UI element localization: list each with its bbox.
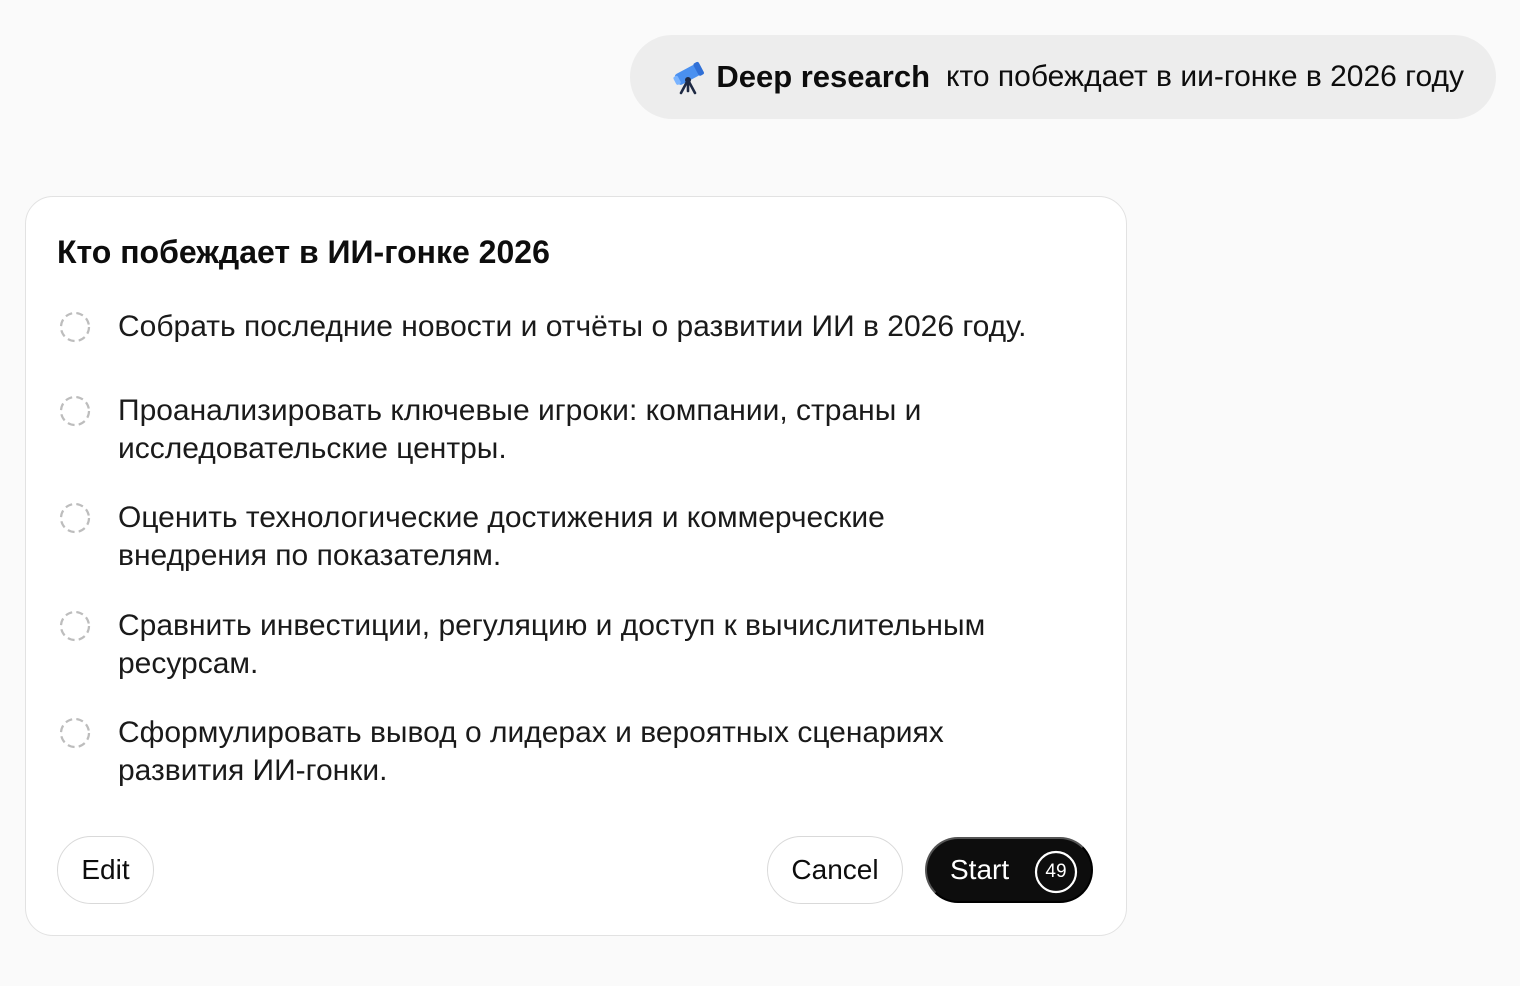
plan-step-text: Собрать последние новости и отчёты о раз… bbox=[118, 310, 1027, 343]
countdown-timer: 49 bbox=[1033, 849, 1079, 895]
dashed-circle-pending-icon bbox=[59, 717, 91, 749]
plan-step-1: Собрать последние новости и отчёты о раз… bbox=[57, 308, 1097, 346]
user-query-text: кто побеждает в ии-гонке в 2026 году bbox=[946, 60, 1464, 93]
start-button[interactable]: Start 49 bbox=[925, 837, 1093, 903]
plan-step-text: Проанализировать ключевые игроки: компан… bbox=[118, 394, 922, 465]
edit-button[interactable]: Edit bbox=[57, 836, 154, 904]
plan-title: Кто побеждает в ИИ-гонке 2026 bbox=[57, 234, 550, 270]
start-button-label: Start bbox=[950, 854, 1010, 885]
deep-research-mode-label: Deep research bbox=[716, 59, 931, 94]
plan-step-5: Сформулировать вывод о лидерах и вероятн… bbox=[57, 714, 1097, 790]
dashed-circle-pending-icon bbox=[59, 610, 91, 642]
telescope-icon bbox=[670, 58, 708, 96]
plan-step-text: Оценить технологические достижения и ком… bbox=[118, 501, 885, 572]
plan-step-text: Сравнить инвестиции, регуляцию и доступ … bbox=[118, 609, 986, 680]
dashed-circle-pending-icon bbox=[59, 502, 91, 534]
cancel-button[interactable]: Cancel bbox=[767, 836, 903, 904]
plan-step-4: Сравнить инвестиции, регуляцию и доступ … bbox=[57, 607, 1097, 683]
dashed-circle-pending-icon bbox=[59, 311, 91, 343]
plan-step-text: Сформулировать вывод о лидерах и вероятн… bbox=[118, 716, 944, 787]
countdown-value: 49 bbox=[1045, 861, 1067, 882]
plan-step-2: Проанализировать ключевые игроки: компан… bbox=[57, 392, 1097, 468]
dashed-circle-pending-icon bbox=[59, 395, 91, 427]
user-message-bubble: Deep research кто побеждает в ии-гонке в… bbox=[630, 35, 1496, 119]
plan-step-3: Оценить технологические достижения и ком… bbox=[57, 499, 1097, 575]
